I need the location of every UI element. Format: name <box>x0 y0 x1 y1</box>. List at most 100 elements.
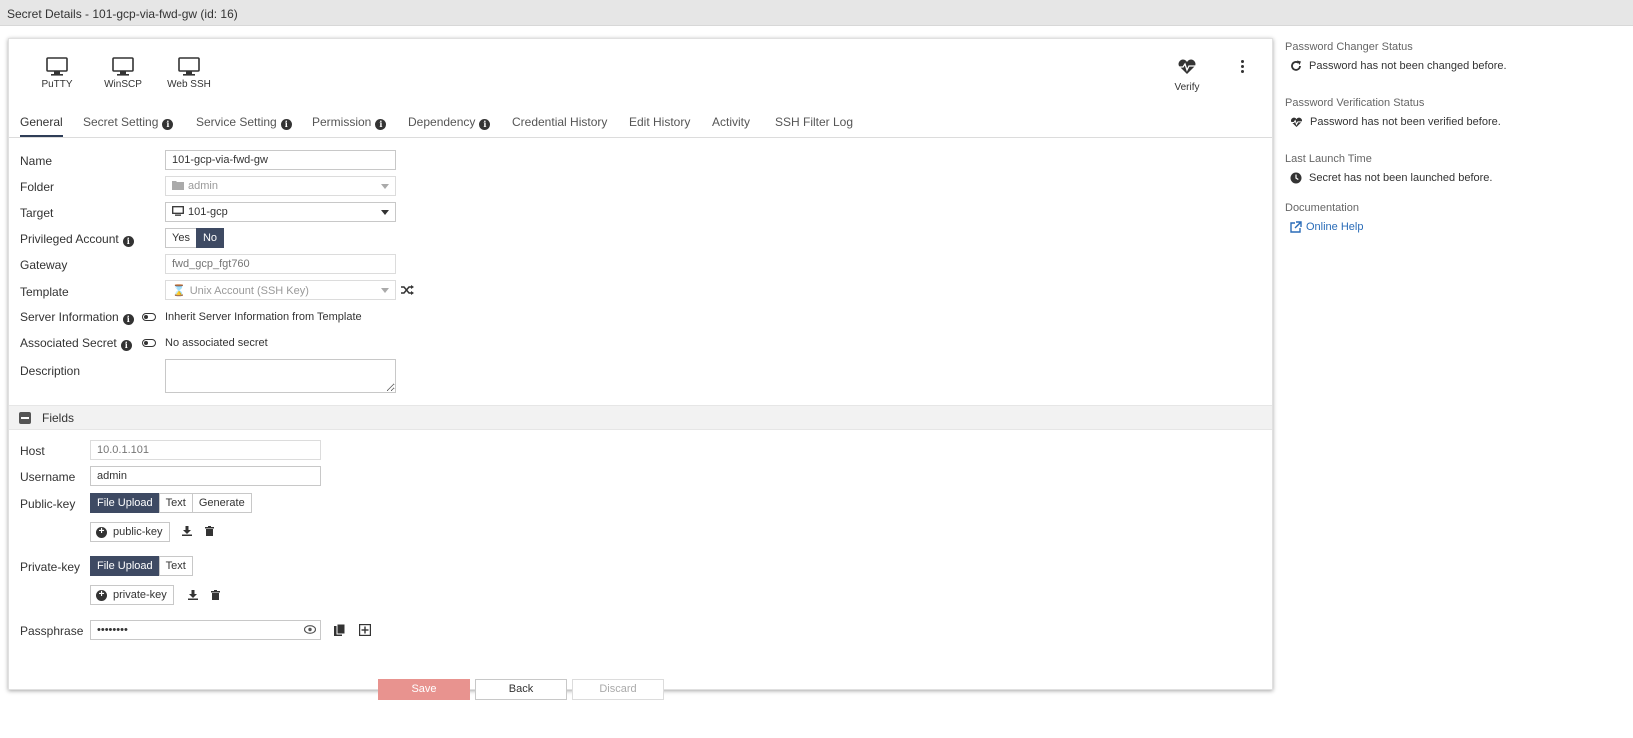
tab-general[interactable]: General <box>20 115 63 137</box>
winscp-label: WinSCP <box>104 79 142 90</box>
private-key-text-option[interactable]: Text <box>158 556 193 576</box>
public-key-file-upload-option[interactable]: File Upload <box>90 493 160 513</box>
folder-value: admin <box>188 180 218 192</box>
password-verification-status: Password has not been verified before. <box>1290 116 1501 128</box>
info-icon: i <box>479 119 491 130</box>
name-label: Name <box>20 154 53 168</box>
winscp-launcher-button[interactable]: WinSCP <box>93 57 153 90</box>
info-icon[interactable]: i <box>122 236 134 247</box>
download-icon[interactable] <box>188 590 198 600</box>
chevron-down-icon <box>381 210 389 215</box>
clock-icon <box>1290 172 1302 184</box>
tab-label: Edit History <box>629 115 691 129</box>
tab-activity[interactable]: Activity <box>712 115 750 129</box>
template-value: Unix Account (SSH Key) <box>189 285 309 297</box>
folder-select: admin <box>165 176 396 196</box>
passphrase-value: •••••••• <box>97 624 128 636</box>
web-ssh-launcher-button[interactable]: Web SSH <box>159 57 219 90</box>
info-icon[interactable]: i <box>122 314 134 325</box>
window-titlebar: Secret Details - 101-gcp-via-fwd-gw (id:… <box>0 0 1633 26</box>
refresh-icon <box>1291 60 1301 71</box>
window-title: Secret Details - 101-gcp-via-fwd-gw (id:… <box>7 7 238 21</box>
gateway-input[interactable] <box>165 254 396 274</box>
monitor-icon <box>172 206 184 216</box>
copy-icon[interactable] <box>334 624 345 636</box>
server-information-text: Server Information <box>20 310 119 324</box>
passphrase-input[interactable]: •••••••• <box>90 620 321 640</box>
target-select[interactable]: 101-gcp <box>165 202 396 222</box>
public-key-mode-toggle: File Upload Text Generate <box>90 493 252 513</box>
info-icon: i <box>280 119 292 130</box>
monitor-icon <box>112 57 134 76</box>
tab-secret-setting[interactable]: Secret Setting i <box>83 115 174 130</box>
tab-edit-history[interactable]: Edit History <box>629 115 690 129</box>
tab-service-setting[interactable]: Service Setting i <box>196 115 292 130</box>
template-label: Template <box>20 285 69 299</box>
tab-ssh-filter-log[interactable]: SSH Filter Log <box>775 115 853 129</box>
description-textarea[interactable] <box>165 359 396 393</box>
username-label: Username <box>20 470 76 484</box>
tab-permission[interactable]: Permission i <box>312 115 387 130</box>
eye-icon[interactable] <box>304 625 316 634</box>
tab-credential-history[interactable]: Credential History <box>512 115 607 129</box>
save-button[interactable]: Save <box>378 679 470 700</box>
verify-label: Verify <box>1174 82 1200 93</box>
associated-secret-label: Associated Secret i <box>20 336 132 351</box>
name-input[interactable] <box>165 150 396 170</box>
public-key-label: Public-key <box>20 497 76 511</box>
template-select: ⌛ Unix Account (SSH Key) <box>165 280 396 300</box>
tab-label: Permission <box>312 115 372 129</box>
hourglass-icon: ⌛ <box>172 285 186 297</box>
download-icon[interactable] <box>182 526 192 536</box>
external-link-icon <box>1290 221 1302 233</box>
monitor-icon <box>46 57 68 76</box>
fields-title: Fields <box>42 411 75 425</box>
privileged-yes-option[interactable]: Yes <box>165 228 197 248</box>
more-options-icon[interactable] <box>1237 59 1247 77</box>
folder-label: Folder <box>20 180 55 194</box>
tab-dependency[interactable]: Dependency i <box>408 115 491 130</box>
private-key-label: Private-key <box>20 560 81 574</box>
server-information-label: Server Information i <box>20 310 134 325</box>
trash-icon[interactable] <box>211 590 220 600</box>
description-label: Description <box>20 364 81 378</box>
tab-label: Credential History <box>512 115 608 129</box>
online-help-label: Online Help <box>1306 221 1364 233</box>
password-verification-heading: Password Verification Status <box>1285 97 1425 109</box>
username-input[interactable] <box>90 466 321 486</box>
discard-button[interactable]: Discard <box>572 679 664 700</box>
public-key-text-option[interactable]: Text <box>158 493 193 513</box>
tab-label: General <box>20 115 63 129</box>
monitor-icon <box>178 57 200 76</box>
privileged-account-toggle: Yes No <box>165 228 225 248</box>
shuffle-icon[interactable] <box>401 284 414 296</box>
private-key-file-upload-option[interactable]: File Upload <box>90 556 160 576</box>
tab-bar: General Secret Setting i Service Setting i… <box>9 109 1272 138</box>
public-key-generate-option[interactable]: Generate <box>191 493 252 513</box>
plus-circle-icon: + <box>96 589 107 601</box>
tab-label: SSH Filter Log <box>775 115 854 129</box>
associated-secret-toggle[interactable] <box>142 339 156 347</box>
fields-section-header[interactable]: Fields <box>9 405 1272 430</box>
public-key-file-button[interactable]: + public-key <box>90 522 170 542</box>
trash-icon[interactable] <box>205 526 214 536</box>
putty-launcher-button[interactable]: PuTTY <box>27 57 87 90</box>
private-key-file-button[interactable]: + private-key <box>90 585 174 605</box>
collapse-icon[interactable] <box>19 412 31 424</box>
folder-icon <box>172 181 184 190</box>
server-information-toggle[interactable] <box>142 313 156 321</box>
last-launch-status: Secret has not been launched before. <box>1290 172 1492 184</box>
back-button[interactable]: Back <box>475 679 567 700</box>
password-verification-value: Password has not been verified before. <box>1310 116 1501 128</box>
chevron-down-icon <box>381 288 389 293</box>
info-icon: i <box>375 119 387 130</box>
privileged-no-option[interactable]: No <box>195 228 225 248</box>
web-ssh-label: Web SSH <box>167 79 211 90</box>
tab-label: Dependency <box>408 115 476 129</box>
generate-icon[interactable] <box>359 624 371 636</box>
verify-button[interactable]: Verify <box>1167 59 1207 93</box>
host-input[interactable] <box>90 440 321 460</box>
target-label: Target <box>20 206 54 220</box>
info-icon[interactable]: i <box>120 340 132 351</box>
online-help-link[interactable]: Online Help <box>1290 221 1363 233</box>
